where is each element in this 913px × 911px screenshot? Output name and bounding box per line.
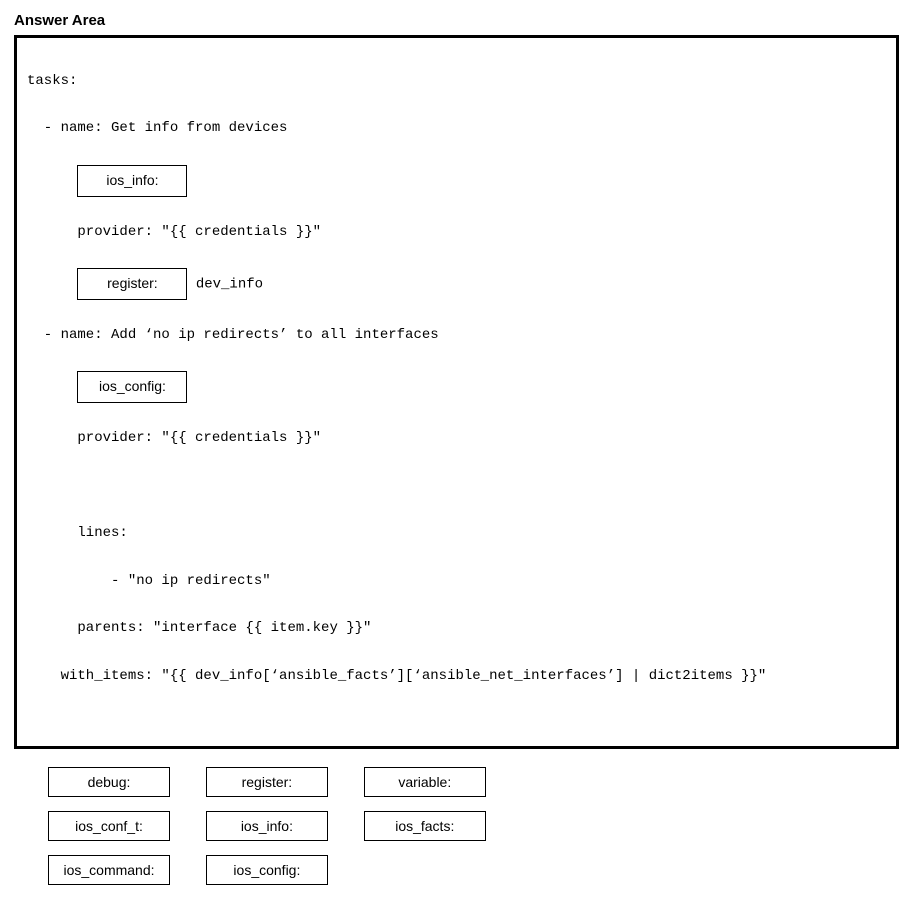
answer-area-box: tasks: - name: Get info from devices ios…	[14, 35, 899, 749]
code-line: provider: "{{ credentials }}"	[27, 221, 886, 245]
options-row: ios_conf_t: ios_info: ios_facts:	[48, 811, 899, 841]
code-line: parents: "interface {{ item.key }}"	[27, 617, 886, 641]
options-row: ios_command: ios_config:	[48, 855, 899, 885]
option-ios-command[interactable]: ios_command:	[48, 855, 170, 885]
playbook-code: tasks: - name: Get info from devices ios…	[27, 46, 886, 736]
option-ios-facts[interactable]: ios_facts:	[364, 811, 486, 841]
option-ios-info[interactable]: ios_info:	[206, 811, 328, 841]
code-line: - "no ip redirects"	[27, 570, 886, 594]
code-line	[27, 475, 886, 499]
code-line: lines:	[27, 522, 886, 546]
drop-slot-module-2[interactable]: ios_config:	[77, 371, 187, 403]
code-line: register: dev_info	[27, 268, 886, 300]
heading: Answer Area	[14, 12, 899, 29]
code-text: dev_info	[187, 277, 263, 293]
code-line: - name: Get info from devices	[27, 117, 886, 141]
code-line: with_items: "{{ dev_info[‘ansible_facts’…	[27, 665, 886, 689]
code-line: tasks:	[27, 70, 886, 94]
code-line: ios_config:	[27, 371, 886, 403]
option-ios-conf-t[interactable]: ios_conf_t:	[48, 811, 170, 841]
option-debug[interactable]: debug:	[48, 767, 170, 797]
options-pool: debug: register: variable: ios_conf_t: i…	[14, 767, 899, 885]
option-register[interactable]: register:	[206, 767, 328, 797]
drop-slot-module-1[interactable]: ios_info:	[77, 165, 187, 197]
code-line: ios_info:	[27, 165, 886, 197]
option-ios-config[interactable]: ios_config:	[206, 855, 328, 885]
drop-slot-register[interactable]: register:	[77, 268, 187, 300]
option-variable[interactable]: variable:	[364, 767, 486, 797]
code-line: provider: "{{ credentials }}"	[27, 427, 886, 451]
options-row: debug: register: variable:	[48, 767, 899, 797]
code-line: - name: Add ‘no ip redirects’ to all int…	[27, 324, 886, 348]
